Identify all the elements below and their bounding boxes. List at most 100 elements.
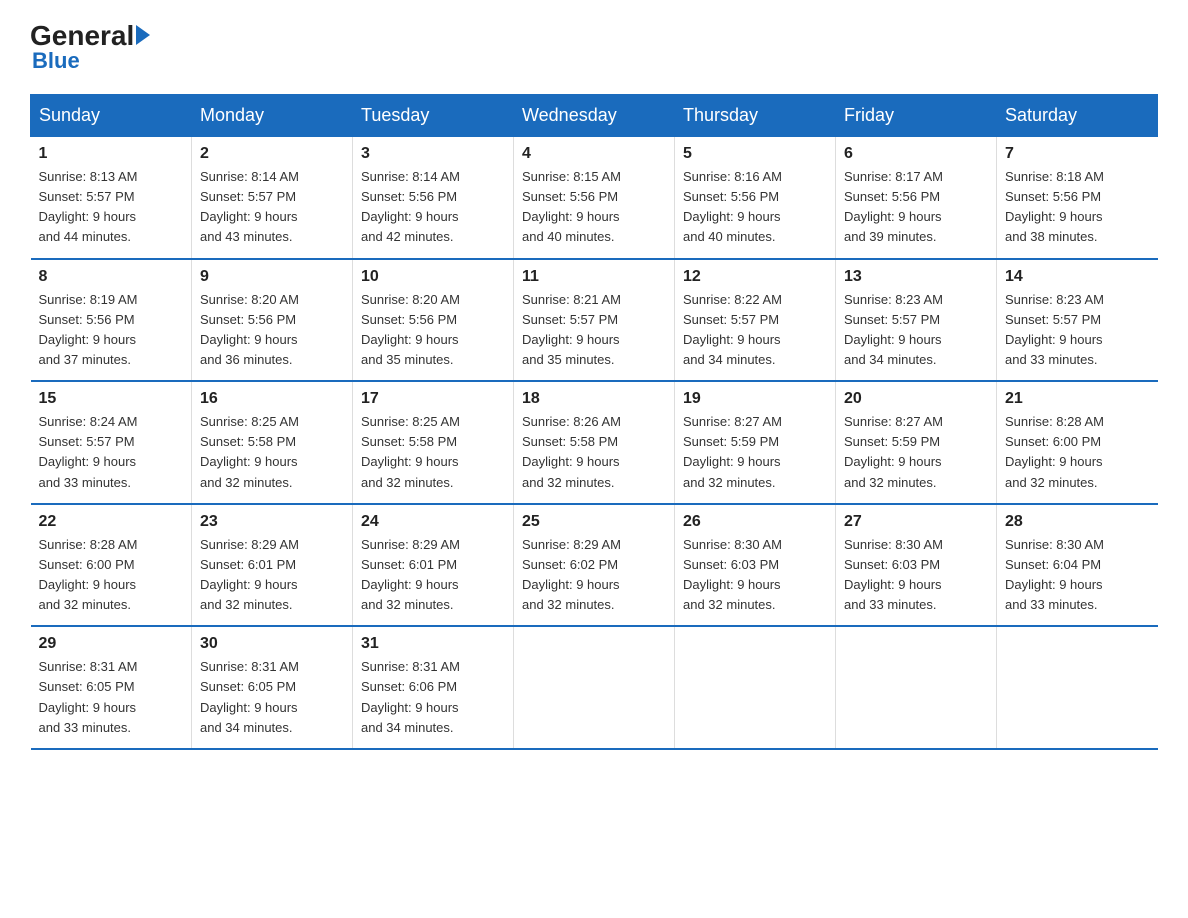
- logo-arrow-icon: [136, 25, 150, 45]
- day-header-friday: Friday: [836, 95, 997, 137]
- day-number: 3: [361, 145, 505, 163]
- day-info: Sunrise: 8:15 AM Sunset: 5:56 PM Dayligh…: [522, 167, 666, 248]
- day-header-saturday: Saturday: [997, 95, 1158, 137]
- day-header-thursday: Thursday: [675, 95, 836, 137]
- day-number: 13: [844, 268, 988, 286]
- day-number: 4: [522, 145, 666, 163]
- calendar-cell: 23 Sunrise: 8:29 AM Sunset: 6:01 PM Dayl…: [192, 504, 353, 627]
- calendar-cell: 14 Sunrise: 8:23 AM Sunset: 5:57 PM Dayl…: [997, 259, 1158, 382]
- calendar-cell: 21 Sunrise: 8:28 AM Sunset: 6:00 PM Dayl…: [997, 381, 1158, 504]
- day-info: Sunrise: 8:16 AM Sunset: 5:56 PM Dayligh…: [683, 167, 827, 248]
- day-number: 21: [1005, 390, 1150, 408]
- calendar-header: SundayMondayTuesdayWednesdayThursdayFrid…: [31, 95, 1158, 137]
- page-header: General Blue: [30, 20, 1158, 74]
- calendar-cell: 7 Sunrise: 8:18 AM Sunset: 5:56 PM Dayli…: [997, 137, 1158, 259]
- day-number: 11: [522, 268, 666, 286]
- calendar-body: 1 Sunrise: 8:13 AM Sunset: 5:57 PM Dayli…: [31, 137, 1158, 749]
- day-info: Sunrise: 8:25 AM Sunset: 5:58 PM Dayligh…: [361, 412, 505, 493]
- day-number: 6: [844, 145, 988, 163]
- day-info: Sunrise: 8:17 AM Sunset: 5:56 PM Dayligh…: [844, 167, 988, 248]
- calendar-cell: 26 Sunrise: 8:30 AM Sunset: 6:03 PM Dayl…: [675, 504, 836, 627]
- calendar-cell: 18 Sunrise: 8:26 AM Sunset: 5:58 PM Dayl…: [514, 381, 675, 504]
- calendar-cell: 3 Sunrise: 8:14 AM Sunset: 5:56 PM Dayli…: [353, 137, 514, 259]
- day-number: 8: [39, 268, 184, 286]
- day-number: 7: [1005, 145, 1150, 163]
- calendar-cell: [675, 626, 836, 749]
- day-info: Sunrise: 8:25 AM Sunset: 5:58 PM Dayligh…: [200, 412, 344, 493]
- calendar-cell: 25 Sunrise: 8:29 AM Sunset: 6:02 PM Dayl…: [514, 504, 675, 627]
- calendar-cell: 30 Sunrise: 8:31 AM Sunset: 6:05 PM Dayl…: [192, 626, 353, 749]
- day-info: Sunrise: 8:24 AM Sunset: 5:57 PM Dayligh…: [39, 412, 184, 493]
- day-number: 27: [844, 513, 988, 531]
- calendar-cell: 22 Sunrise: 8:28 AM Sunset: 6:00 PM Dayl…: [31, 504, 192, 627]
- day-header-wednesday: Wednesday: [514, 95, 675, 137]
- calendar-cell: 1 Sunrise: 8:13 AM Sunset: 5:57 PM Dayli…: [31, 137, 192, 259]
- day-number: 10: [361, 268, 505, 286]
- day-number: 17: [361, 390, 505, 408]
- logo: General Blue: [30, 20, 150, 74]
- calendar-cell: [836, 626, 997, 749]
- day-header-monday: Monday: [192, 95, 353, 137]
- week-row-4: 22 Sunrise: 8:28 AM Sunset: 6:00 PM Dayl…: [31, 504, 1158, 627]
- week-row-3: 15 Sunrise: 8:24 AM Sunset: 5:57 PM Dayl…: [31, 381, 1158, 504]
- day-info: Sunrise: 8:30 AM Sunset: 6:03 PM Dayligh…: [844, 535, 988, 616]
- calendar-cell: 11 Sunrise: 8:21 AM Sunset: 5:57 PM Dayl…: [514, 259, 675, 382]
- day-number: 22: [39, 513, 184, 531]
- day-number: 19: [683, 390, 827, 408]
- day-number: 2: [200, 145, 344, 163]
- day-info: Sunrise: 8:23 AM Sunset: 5:57 PM Dayligh…: [1005, 290, 1150, 371]
- day-number: 15: [39, 390, 184, 408]
- day-info: Sunrise: 8:30 AM Sunset: 6:04 PM Dayligh…: [1005, 535, 1150, 616]
- calendar-cell: 10 Sunrise: 8:20 AM Sunset: 5:56 PM Dayl…: [353, 259, 514, 382]
- calendar-cell: 19 Sunrise: 8:27 AM Sunset: 5:59 PM Dayl…: [675, 381, 836, 504]
- day-info: Sunrise: 8:20 AM Sunset: 5:56 PM Dayligh…: [361, 290, 505, 371]
- logo-blue: Blue: [32, 48, 80, 74]
- day-info: Sunrise: 8:26 AM Sunset: 5:58 PM Dayligh…: [522, 412, 666, 493]
- day-number: 29: [39, 635, 184, 653]
- calendar-cell: [997, 626, 1158, 749]
- day-info: Sunrise: 8:22 AM Sunset: 5:57 PM Dayligh…: [683, 290, 827, 371]
- day-info: Sunrise: 8:13 AM Sunset: 5:57 PM Dayligh…: [39, 167, 184, 248]
- day-number: 14: [1005, 268, 1150, 286]
- day-info: Sunrise: 8:21 AM Sunset: 5:57 PM Dayligh…: [522, 290, 666, 371]
- day-number: 31: [361, 635, 505, 653]
- calendar-cell: 31 Sunrise: 8:31 AM Sunset: 6:06 PM Dayl…: [353, 626, 514, 749]
- day-number: 24: [361, 513, 505, 531]
- calendar-cell: 2 Sunrise: 8:14 AM Sunset: 5:57 PM Dayli…: [192, 137, 353, 259]
- day-number: 1: [39, 145, 184, 163]
- calendar-cell: 24 Sunrise: 8:29 AM Sunset: 6:01 PM Dayl…: [353, 504, 514, 627]
- day-info: Sunrise: 8:20 AM Sunset: 5:56 PM Dayligh…: [200, 290, 344, 371]
- week-row-5: 29 Sunrise: 8:31 AM Sunset: 6:05 PM Dayl…: [31, 626, 1158, 749]
- day-header-row: SundayMondayTuesdayWednesdayThursdayFrid…: [31, 95, 1158, 137]
- calendar-cell: 4 Sunrise: 8:15 AM Sunset: 5:56 PM Dayli…: [514, 137, 675, 259]
- day-info: Sunrise: 8:28 AM Sunset: 6:00 PM Dayligh…: [1005, 412, 1150, 493]
- day-info: Sunrise: 8:31 AM Sunset: 6:05 PM Dayligh…: [39, 657, 184, 738]
- day-info: Sunrise: 8:31 AM Sunset: 6:05 PM Dayligh…: [200, 657, 344, 738]
- day-info: Sunrise: 8:14 AM Sunset: 5:56 PM Dayligh…: [361, 167, 505, 248]
- day-number: 23: [200, 513, 344, 531]
- calendar-cell: [514, 626, 675, 749]
- day-number: 20: [844, 390, 988, 408]
- day-header-sunday: Sunday: [31, 95, 192, 137]
- calendar-cell: 28 Sunrise: 8:30 AM Sunset: 6:04 PM Dayl…: [997, 504, 1158, 627]
- day-number: 30: [200, 635, 344, 653]
- day-info: Sunrise: 8:27 AM Sunset: 5:59 PM Dayligh…: [683, 412, 827, 493]
- calendar-cell: 8 Sunrise: 8:19 AM Sunset: 5:56 PM Dayli…: [31, 259, 192, 382]
- calendar-cell: 5 Sunrise: 8:16 AM Sunset: 5:56 PM Dayli…: [675, 137, 836, 259]
- calendar-cell: 6 Sunrise: 8:17 AM Sunset: 5:56 PM Dayli…: [836, 137, 997, 259]
- calendar-cell: 27 Sunrise: 8:30 AM Sunset: 6:03 PM Dayl…: [836, 504, 997, 627]
- day-info: Sunrise: 8:18 AM Sunset: 5:56 PM Dayligh…: [1005, 167, 1150, 248]
- calendar-cell: 20 Sunrise: 8:27 AM Sunset: 5:59 PM Dayl…: [836, 381, 997, 504]
- calendar-cell: 13 Sunrise: 8:23 AM Sunset: 5:57 PM Dayl…: [836, 259, 997, 382]
- day-info: Sunrise: 8:14 AM Sunset: 5:57 PM Dayligh…: [200, 167, 344, 248]
- day-info: Sunrise: 8:27 AM Sunset: 5:59 PM Dayligh…: [844, 412, 988, 493]
- calendar-cell: 17 Sunrise: 8:25 AM Sunset: 5:58 PM Dayl…: [353, 381, 514, 504]
- day-info: Sunrise: 8:23 AM Sunset: 5:57 PM Dayligh…: [844, 290, 988, 371]
- calendar-cell: 9 Sunrise: 8:20 AM Sunset: 5:56 PM Dayli…: [192, 259, 353, 382]
- day-number: 16: [200, 390, 344, 408]
- calendar-cell: 15 Sunrise: 8:24 AM Sunset: 5:57 PM Dayl…: [31, 381, 192, 504]
- day-info: Sunrise: 8:30 AM Sunset: 6:03 PM Dayligh…: [683, 535, 827, 616]
- day-info: Sunrise: 8:28 AM Sunset: 6:00 PM Dayligh…: [39, 535, 184, 616]
- day-header-tuesday: Tuesday: [353, 95, 514, 137]
- week-row-2: 8 Sunrise: 8:19 AM Sunset: 5:56 PM Dayli…: [31, 259, 1158, 382]
